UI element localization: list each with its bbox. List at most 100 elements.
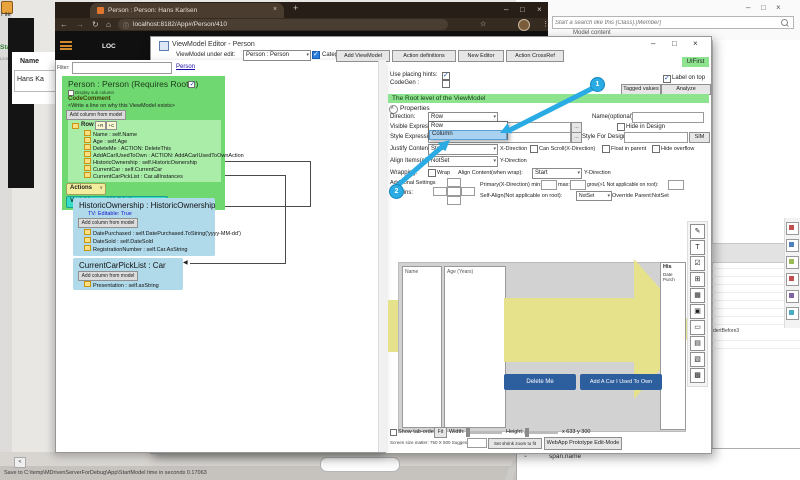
- set-shrink-zoom-button[interactable]: Set shrink zoom to fit: [488, 438, 542, 449]
- code-comment-hint[interactable]: <Write a line on why this ViewModel exis…: [68, 103, 175, 109]
- checkbox-tool-icon[interactable]: ☑: [690, 256, 705, 271]
- profile-avatar[interactable]: [518, 19, 530, 31]
- width-slider[interactable]: [466, 432, 502, 434]
- model-window-minimize[interactable]: –: [746, 4, 750, 12]
- model-search-input[interactable]: [552, 16, 794, 29]
- picture-tool-icon[interactable]: ▣: [690, 304, 705, 319]
- preview-column-age[interactable]: Age (Years): [444, 266, 506, 428]
- preview-column-historic[interactable]: His Date Purch: [660, 262, 686, 430]
- float-in-parent-checkbox[interactable]: [602, 145, 610, 153]
- action-crossref-button[interactable]: Action CrossRef: [506, 50, 564, 62]
- hamburger-icon[interactable]: [60, 41, 72, 50]
- height-slider[interactable]: [524, 432, 558, 434]
- historic-item-datepurchased[interactable]: DatePurchased : self.DatePurchased.ToStr…: [84, 229, 241, 237]
- form-name-field[interactable]: Hans Ka: [14, 70, 56, 92]
- browser-maximize[interactable]: □: [520, 6, 525, 14]
- dialog-maximize[interactable]: □: [672, 40, 677, 48]
- historic-item-datesold[interactable]: DateSold : self.DateSold: [84, 237, 153, 245]
- reload-icon[interactable]: ↻: [92, 20, 99, 29]
- add-table-tool-icon[interactable]: ⊞: [690, 272, 705, 287]
- historic-ownership-box[interactable]: HistoricOwnership : HistoricOwnership TV…: [73, 198, 215, 256]
- use-placing-hints-checkbox[interactable]: [442, 72, 450, 80]
- url-bar[interactable]: ⓘ localhost:8182/App#/Person/410: [118, 19, 448, 30]
- max-input[interactable]: [570, 180, 586, 190]
- grow-input[interactable]: [668, 180, 684, 190]
- style-expression-ellipsis-button[interactable]: …: [571, 132, 582, 143]
- historic-add-column-button[interactable]: Add column from model: [78, 218, 138, 228]
- side-icon-cyan[interactable]: [786, 307, 799, 320]
- margin-center-input[interactable]: [447, 187, 461, 196]
- model-window-maximize[interactable]: □: [761, 4, 766, 12]
- sim-button[interactable]: SIM: [689, 132, 710, 143]
- edit-tool-icon[interactable]: ✎: [690, 224, 705, 239]
- margin-top-input[interactable]: [447, 178, 461, 187]
- dialog-minimize[interactable]: –: [651, 40, 655, 48]
- new-tab-icon[interactable]: +: [293, 3, 298, 13]
- forward-icon[interactable]: →: [76, 20, 84, 29]
- codegen-checkbox[interactable]: [442, 80, 450, 88]
- filter-input[interactable]: [72, 62, 172, 74]
- align-items-combo[interactable]: NotSet ▾: [428, 156, 498, 167]
- add-col-button[interactable]: +C: [106, 121, 117, 130]
- name-optional-input[interactable]: [632, 112, 704, 123]
- side-icon-purple[interactable]: [786, 290, 799, 303]
- historic-tv-link[interactable]: TV: Editable: True: [88, 211, 132, 217]
- action-definitions-button[interactable]: Action definitions: [392, 50, 456, 62]
- dropdown-option-row[interactable]: Row: [431, 123, 443, 129]
- hide-overflow-checkbox[interactable]: [652, 145, 660, 153]
- list-tool-icon[interactable]: ▤: [690, 336, 705, 351]
- fit-button[interactable]: Fit: [434, 427, 447, 438]
- taskbar-pill[interactable]: [320, 457, 400, 472]
- label-on-top-checkbox[interactable]: [663, 75, 671, 83]
- categ-checkbox[interactable]: [312, 51, 320, 59]
- side-icon-blue[interactable]: [786, 239, 799, 252]
- picklist-add-column-button[interactable]: Add column from model: [78, 271, 138, 281]
- new-editor-button[interactable]: New Editor: [458, 50, 504, 62]
- preview-add-button[interactable]: Add A Car I Used To Own: [580, 374, 662, 390]
- properties-toggle[interactable]: ∧: [389, 105, 398, 114]
- justify-content-combo[interactable]: Start ▾: [428, 144, 498, 155]
- side-icon-red[interactable]: [786, 222, 799, 235]
- preview-delete-button[interactable]: Delete Me: [504, 374, 576, 390]
- preview-column-name[interactable]: Name: [402, 266, 442, 428]
- hide-in-design-checkbox[interactable]: [617, 123, 625, 131]
- requires-root-checkbox[interactable]: [188, 81, 195, 88]
- historic-item-registrationnumber[interactable]: RegistrationNumber : self.Car.AsString: [84, 245, 187, 253]
- suggested-zoom-input[interactable]: [467, 438, 487, 448]
- panel-tool-icon[interactable]: ▧: [690, 352, 705, 367]
- root-viewmodel-box[interactable]: Person : Person (Requires Root) Display …: [62, 76, 225, 210]
- side-icon-green[interactable]: [786, 256, 799, 269]
- back-icon[interactable]: ←: [60, 20, 68, 29]
- browser-tab[interactable]: Person : Person: Hans Karlsen ×: [90, 3, 284, 18]
- picklist-item-presentation[interactable]: Presentation : self.asString: [84, 281, 159, 289]
- home-icon[interactable]: ⌂: [106, 20, 111, 29]
- actions-collapse-icon[interactable]: ∨: [99, 185, 103, 191]
- actions-pill[interactable]: Actions ∨: [66, 183, 106, 195]
- calendar-tool-icon[interactable]: ▦: [690, 288, 705, 303]
- screen-tool-icon[interactable]: ▩: [690, 368, 705, 383]
- root-add-column-button[interactable]: Add column from model: [66, 110, 126, 120]
- wrap-checkbox[interactable]: [428, 169, 436, 177]
- tree-item-currentcarpicklist[interactable]: CurrentCarPickList : Car.allInstances: [84, 172, 183, 180]
- side-icon-red2[interactable]: [786, 273, 799, 286]
- dialog-close[interactable]: ×: [693, 40, 698, 48]
- can-scroll-checkbox[interactable]: [530, 145, 538, 153]
- viewmodel-combo[interactable]: Person : Person ▾: [243, 50, 311, 61]
- back-small-button[interactable]: <: [14, 457, 26, 468]
- dropdown-option-column[interactable]: Column: [429, 130, 507, 140]
- margin-bottom-input[interactable]: [447, 196, 461, 205]
- primary-min-input[interactable]: [541, 180, 557, 190]
- tree-scrollbar[interactable]: [378, 60, 386, 452]
- style-for-design-input[interactable]: [624, 132, 688, 143]
- bookmark-star-icon[interactable]: ☆: [480, 20, 486, 28]
- tab-close-icon[interactable]: ×: [273, 6, 277, 13]
- currentcar-picklist-box[interactable]: CurrentCarPickList : Car Add column from…: [73, 258, 183, 290]
- text-tool-icon[interactable]: T: [690, 240, 705, 255]
- margin-right-input[interactable]: [461, 187, 475, 196]
- self-align-combo[interactable]: NotSet ▾: [576, 191, 612, 201]
- margin-left-input[interactable]: [433, 187, 447, 196]
- webapp-prototype-button[interactable]: WebApp Prototype Edit-Mode: [544, 437, 622, 450]
- show-tab-order-checkbox[interactable]: [390, 429, 397, 436]
- width-slider-thumb[interactable]: [466, 428, 470, 437]
- browser-menu-icon[interactable]: ⋮: [542, 20, 549, 28]
